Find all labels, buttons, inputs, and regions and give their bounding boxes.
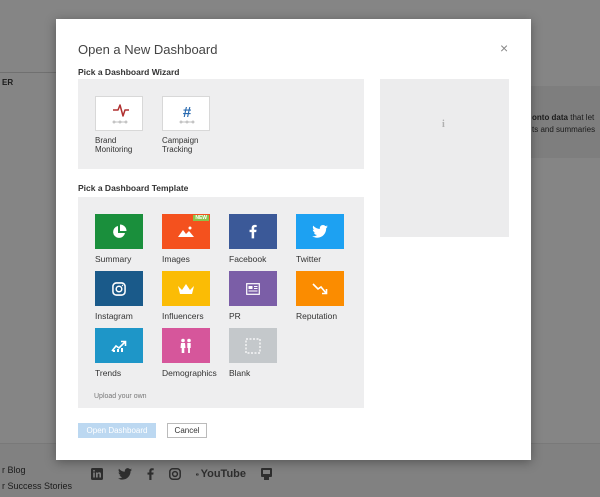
template-facebook[interactable]: Facebook (229, 214, 277, 264)
info-icon: i (442, 119, 445, 130)
template-instagram[interactable]: Instagram (95, 271, 143, 321)
template-label: Influencers (162, 311, 204, 321)
wizard-panel: Brand Monitoring # Campaign Tracking (78, 79, 364, 169)
template-label: Summary (95, 254, 132, 264)
newspaper-icon[interactable] (229, 271, 277, 306)
template-label: Facebook (229, 254, 267, 264)
wizard-label: Campaign Tracking (162, 136, 199, 154)
template-images[interactable]: NEW Images (162, 214, 210, 264)
svg-text:#: # (183, 104, 192, 121)
template-label: PR (229, 311, 241, 321)
people-icon[interactable] (162, 328, 210, 363)
instagram-icon[interactable] (95, 271, 143, 306)
template-trends[interactable]: Trends (95, 328, 143, 378)
wizard-section-label: Pick a Dashboard Wizard (78, 67, 180, 77)
template-label: Twitter (296, 254, 322, 264)
wizard-card[interactable] (95, 96, 143, 131)
template-summary[interactable]: Summary (95, 214, 143, 264)
pie-chart-icon[interactable] (95, 214, 143, 249)
new-dashboard-modal: Open a New Dashboard × Pick a Dashboard … (56, 19, 531, 460)
template-influencers[interactable]: Influencers (162, 271, 210, 321)
wizard-campaign-tracking[interactable]: # Campaign Tracking (162, 96, 210, 154)
template-label: Demographics (162, 368, 217, 378)
new-badge: NEW (193, 215, 209, 221)
template-pr[interactable]: PR (229, 271, 277, 321)
wizard-label: Brand Monitoring (95, 136, 133, 154)
hashtag-icon: # (179, 104, 195, 124)
open-dashboard-button[interactable]: Open Dashboard (78, 423, 156, 438)
upload-your-own-link[interactable]: Upload your own (94, 393, 147, 400)
template-label: Instagram (95, 311, 133, 321)
pulse-icon (112, 104, 129, 124)
crown-icon[interactable] (162, 271, 210, 306)
template-reputation[interactable]: Reputation (296, 271, 344, 321)
trend-up-icon[interactable] (95, 328, 143, 363)
template-label: Blank (229, 368, 251, 378)
wizard-card[interactable]: # (162, 96, 210, 131)
template-demographics[interactable]: Demographics (162, 328, 217, 378)
close-icon[interactable]: × (500, 41, 508, 55)
twitter-icon[interactable] (296, 214, 344, 249)
template-label: Trends (95, 368, 122, 378)
template-panel: Summary NEW Images Facebook Twitter Inst… (78, 197, 364, 408)
template-label: Reputation (296, 311, 338, 321)
blank-icon[interactable] (229, 328, 277, 363)
template-twitter[interactable]: Twitter (296, 214, 344, 264)
cancel-button[interactable]: Cancel (167, 423, 207, 438)
template-section-label: Pick a Dashboard Template (78, 183, 189, 193)
wizard-brand-monitoring[interactable]: Brand Monitoring (95, 96, 143, 154)
trend-down-icon[interactable] (296, 271, 344, 306)
facebook-icon[interactable] (229, 214, 277, 249)
template-blank[interactable]: Blank (229, 328, 277, 378)
template-preview: i (380, 79, 509, 237)
modal-title: Open a New Dashboard (78, 42, 218, 57)
image-icon[interactable]: NEW (162, 214, 210, 249)
template-label: Images (162, 254, 190, 264)
